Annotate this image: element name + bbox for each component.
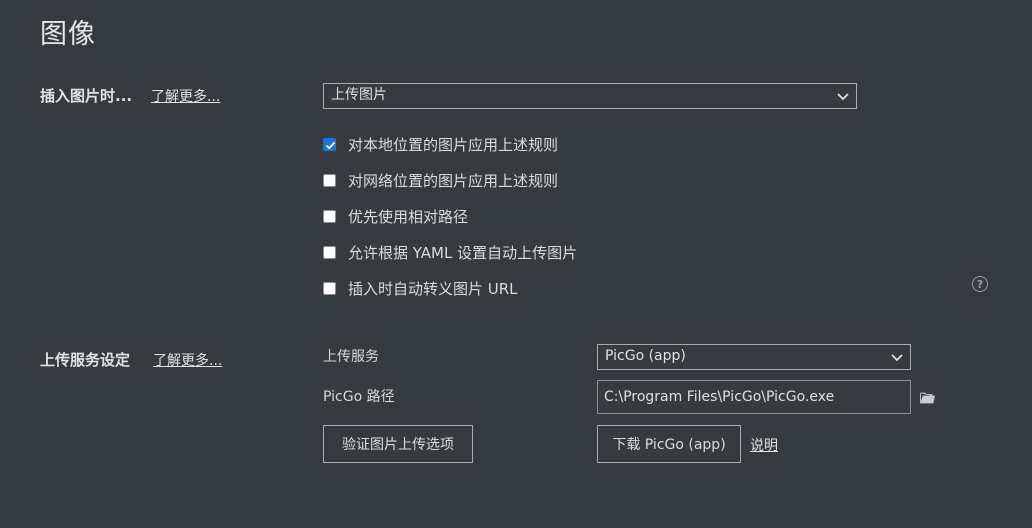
help-circle-icon[interactable]: ? [972, 276, 988, 292]
explain-link[interactable]: 说明 [750, 435, 778, 455]
chevron-down-icon [837, 93, 849, 101]
chevron-down-icon [891, 354, 903, 362]
checkbox-relative-path[interactable]: 优先使用相对路径 [323, 206, 468, 227]
checkbox-escape-url-box[interactable] [323, 282, 336, 295]
checkbox-local-images[interactable]: 对本地位置的图片应用上述规则 [323, 134, 558, 155]
upload-learn-more-link[interactable]: 了解更多... [153, 350, 222, 370]
checkbox-network-images[interactable]: 对网络位置的图片应用上述规则 [323, 170, 558, 191]
checkbox-local-images-box[interactable] [323, 138, 336, 151]
folder-icon[interactable] [920, 391, 935, 404]
checkbox-network-images-box[interactable] [323, 174, 336, 187]
insert-action-select[interactable]: 上传图片 [323, 83, 857, 109]
checkbox-escape-url[interactable]: 插入时自动转义图片 URL [323, 278, 518, 299]
download-picgo-button[interactable]: 下载 PicGo (app) [597, 425, 741, 463]
picgo-path-input[interactable]: C:\Program Files\PicGo\PicGo.exe [597, 380, 911, 414]
checkbox-relative-path-label: 优先使用相对路径 [348, 208, 469, 226]
checkbox-yaml-auto-upload[interactable]: 允许根据 YAML 设置自动上传图片 [323, 242, 577, 263]
page-title: 图像 [40, 19, 96, 50]
checkbox-yaml-auto-upload-label: 允许根据 YAML 设置自动上传图片 [348, 244, 578, 262]
verify-upload-button[interactable]: 验证图片上传选项 [323, 425, 473, 463]
upload-service-select[interactable]: PicGo (app) [597, 344, 911, 370]
checkbox-network-images-label: 对网络位置的图片应用上述规则 [348, 172, 559, 190]
checkbox-escape-url-label: 插入时自动转义图片 URL [348, 280, 518, 298]
checkmark-icon [325, 141, 336, 150]
upload-service-label: 上传服务 [323, 349, 379, 365]
upload-service-value: PicGo (app) [605, 348, 686, 364]
insert-image-label: 插入图片时... [40, 87, 133, 105]
checkbox-relative-path-box[interactable] [323, 210, 336, 223]
insert-learn-more-link[interactable]: 了解更多... [151, 86, 220, 106]
checkbox-local-images-label: 对本地位置的图片应用上述规则 [348, 136, 559, 154]
checkbox-yaml-auto-upload-box[interactable] [323, 246, 336, 259]
upload-service-settings-label: 上传服务设定 [40, 351, 131, 369]
insert-action-value: 上传图片 [331, 87, 387, 103]
picgo-path-label: PicGo 路径 [323, 389, 395, 405]
